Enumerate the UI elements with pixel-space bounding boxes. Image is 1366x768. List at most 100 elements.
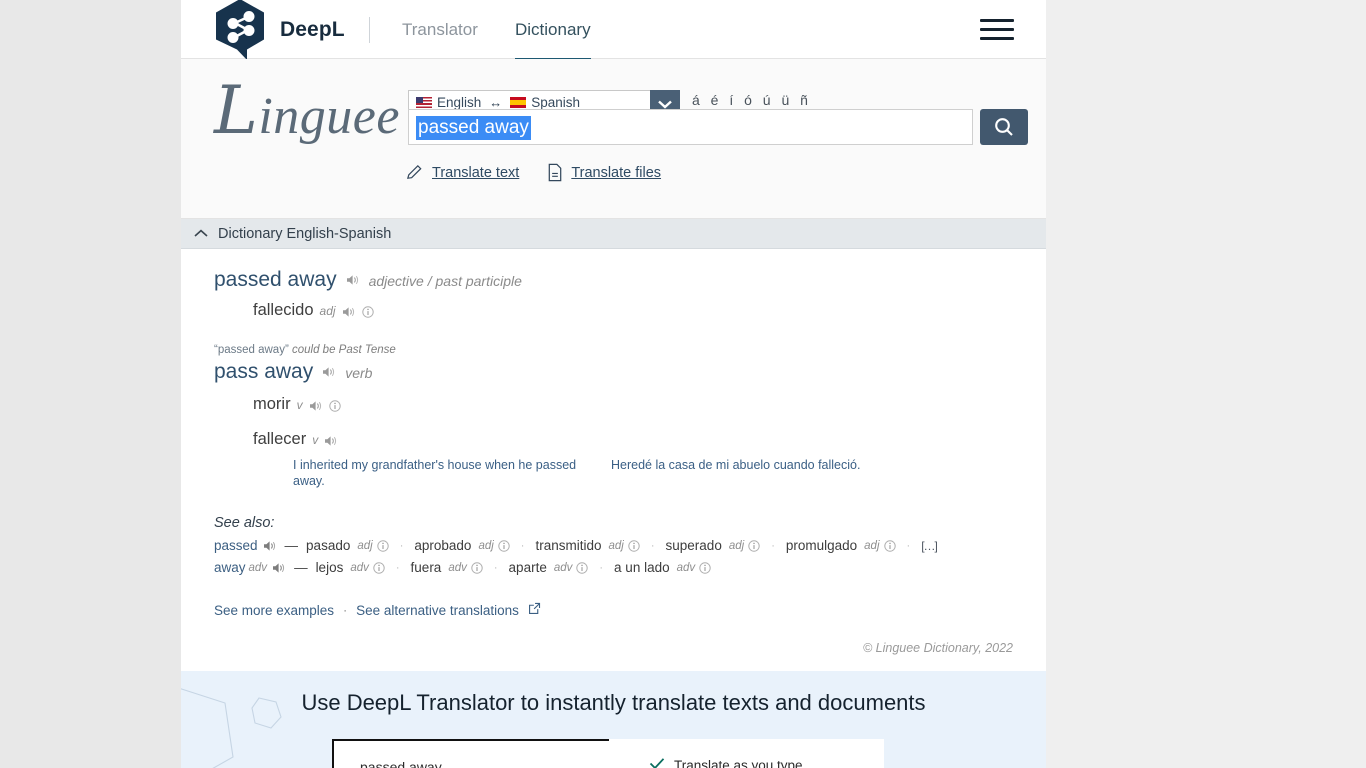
- promo-option-row[interactable]: Translate as you type: [609, 739, 884, 768]
- see-more-examples-link[interactable]: See more examples: [214, 603, 334, 618]
- see-alternative-translations-link[interactable]: See alternative translations: [356, 603, 519, 618]
- translate-text-label: Translate text: [432, 164, 520, 181]
- entry-header: pass away verb: [214, 356, 1046, 384]
- info-icon[interactable]: [373, 561, 385, 574]
- translation-row: morir v: [214, 395, 1046, 414]
- check-icon: [649, 757, 665, 768]
- see-also-item-word[interactable]: transmitido: [535, 538, 601, 553]
- see-also-item-pos: adv: [676, 561, 696, 574]
- speaker-icon[interactable]: [322, 365, 336, 377]
- see-also-item-word[interactable]: superado: [666, 538, 722, 553]
- see-also-item-word[interactable]: fuera: [411, 560, 442, 575]
- see-also-item: pasado adj: [306, 538, 389, 553]
- see-also-item: promulgado adj: [786, 538, 896, 553]
- translation-word[interactable]: fallecido: [253, 301, 314, 320]
- entry-headword[interactable]: pass away: [214, 360, 313, 384]
- external-link-icon[interactable]: [528, 602, 541, 618]
- search-submit-button[interactable]: [980, 109, 1028, 145]
- speaker-icon[interactable]: [324, 434, 338, 446]
- swap-languages-icon[interactable]: ↔: [486, 95, 505, 110]
- info-icon[interactable]: [748, 539, 760, 552]
- copyright-notice: © Linguee Dictionary, 2022: [862, 641, 1013, 655]
- speaker-icon[interactable]: [272, 562, 286, 574]
- speaker-icon[interactable]: [263, 540, 277, 552]
- promo-options-panel: Translate as you type: [609, 739, 884, 768]
- info-icon[interactable]: [699, 561, 711, 574]
- see-also-dash: —: [284, 538, 299, 553]
- see-also-item: a un lado adv: [614, 560, 711, 575]
- promo-option-label: Translate as you type: [674, 758, 803, 768]
- see-also-separator: ·: [771, 539, 775, 552]
- accent-characters[interactable]: á é í ó ú ü ñ: [692, 92, 811, 108]
- info-icon[interactable]: [377, 539, 389, 552]
- speaker-icon[interactable]: [346, 273, 360, 285]
- nav-tab-dictionary[interactable]: Dictionary: [515, 20, 591, 61]
- see-also-item-word[interactable]: pasado: [306, 538, 350, 553]
- see-also-item: transmitido adj: [535, 538, 640, 553]
- see-also-title: See also:: [214, 515, 275, 531]
- nav-tab-translator[interactable]: Translator: [402, 20, 478, 58]
- deepl-logo-icon[interactable]: [209, 0, 271, 63]
- pencil-icon: [406, 164, 422, 179]
- info-icon[interactable]: [328, 399, 341, 412]
- dictionary-entry: “passed away” could be Past Tense pass a…: [214, 320, 1046, 489]
- brand-name[interactable]: DeepL: [280, 18, 345, 42]
- info-icon[interactable]: [498, 539, 510, 552]
- see-also-item-pos: adv: [448, 561, 467, 574]
- flag-us-icon: [416, 97, 432, 108]
- info-icon[interactable]: [576, 561, 589, 574]
- entry-headword[interactable]: passed away: [214, 268, 337, 292]
- entry-header: passed away adjective / past participle: [214, 249, 1046, 292]
- promo-banner: Use DeepL Translator to instantly transl…: [181, 671, 1046, 768]
- speaker-icon[interactable]: [309, 399, 323, 411]
- speaker-icon[interactable]: [342, 305, 356, 317]
- see-also-item-pos: adj: [357, 539, 373, 552]
- page-gutter-right: [1046, 0, 1366, 768]
- promo-input-box[interactable]: passed away: [332, 739, 609, 768]
- info-icon[interactable]: [628, 539, 640, 552]
- linguee-logo-cap: L: [214, 72, 259, 149]
- see-also-item-pos: adj: [478, 539, 494, 552]
- see-also-more-button[interactable]: […]: [921, 539, 938, 553]
- flag-es-icon: [510, 97, 527, 108]
- translation-row: fallecer v: [214, 430, 1046, 449]
- see-also-item-word[interactable]: lejos: [316, 560, 344, 575]
- see-also-separator: ·: [599, 561, 604, 574]
- translate-links: Translate text Translate files: [405, 163, 661, 182]
- see-also-item-word[interactable]: aparte: [509, 560, 547, 575]
- linguee-logo[interactable]: Linguee: [214, 72, 400, 149]
- info-icon[interactable]: [883, 539, 896, 552]
- info-icon[interactable]: [471, 561, 483, 574]
- search-bar: passed away: [408, 109, 1028, 145]
- nav-separator: [369, 17, 370, 43]
- more-links: See more examples · See alternative tran…: [214, 602, 1046, 618]
- see-also-item-word[interactable]: promulgado: [786, 538, 857, 553]
- results-area: passed away adjective / past participle …: [181, 249, 1046, 655]
- see-also-separator: ·: [399, 539, 404, 552]
- past-tense-quote: “passed away”: [214, 344, 289, 356]
- see-also-source-word[interactable]: passed: [214, 538, 258, 553]
- links-separator: ·: [343, 603, 348, 617]
- info-icon[interactable]: [361, 305, 374, 318]
- see-also-item-pos: adv: [553, 561, 573, 574]
- see-also-item-word[interactable]: aprobado: [414, 538, 471, 553]
- see-also-separator: ·: [520, 539, 525, 552]
- dictionary-entry: passed away adjective / past participle …: [214, 249, 1046, 320]
- search-zone: Linguee English ↔ Spanish á é í ó ú ü ñ: [181, 59, 1046, 219]
- see-also-separator: ·: [650, 539, 655, 552]
- see-also-source-word[interactable]: away: [214, 560, 246, 575]
- search-input[interactable]: [408, 109, 973, 145]
- translate-files-link[interactable]: Translate files: [547, 163, 661, 182]
- dictionary-section-header[interactable]: Dictionary English-Spanish: [181, 219, 1046, 249]
- see-also-item-pos: adj: [608, 539, 624, 552]
- translation-part-of-speech: v: [296, 397, 303, 412]
- see-also-source-pos: adv: [248, 561, 268, 574]
- translation-word[interactable]: fallecer: [253, 430, 306, 449]
- top-navigation-bar: DeepL Translator Dictionary: [181, 0, 1046, 61]
- hamburger-menu-icon[interactable]: [980, 19, 1014, 41]
- translation-word[interactable]: morir: [253, 395, 291, 414]
- past-tense-text: could be Past Tense: [292, 344, 396, 356]
- see-also-item-word[interactable]: a un lado: [614, 560, 670, 575]
- translate-text-link[interactable]: Translate text: [405, 163, 519, 182]
- example-target: Heredé la casa de mi abuelo cuando falle…: [611, 458, 861, 472]
